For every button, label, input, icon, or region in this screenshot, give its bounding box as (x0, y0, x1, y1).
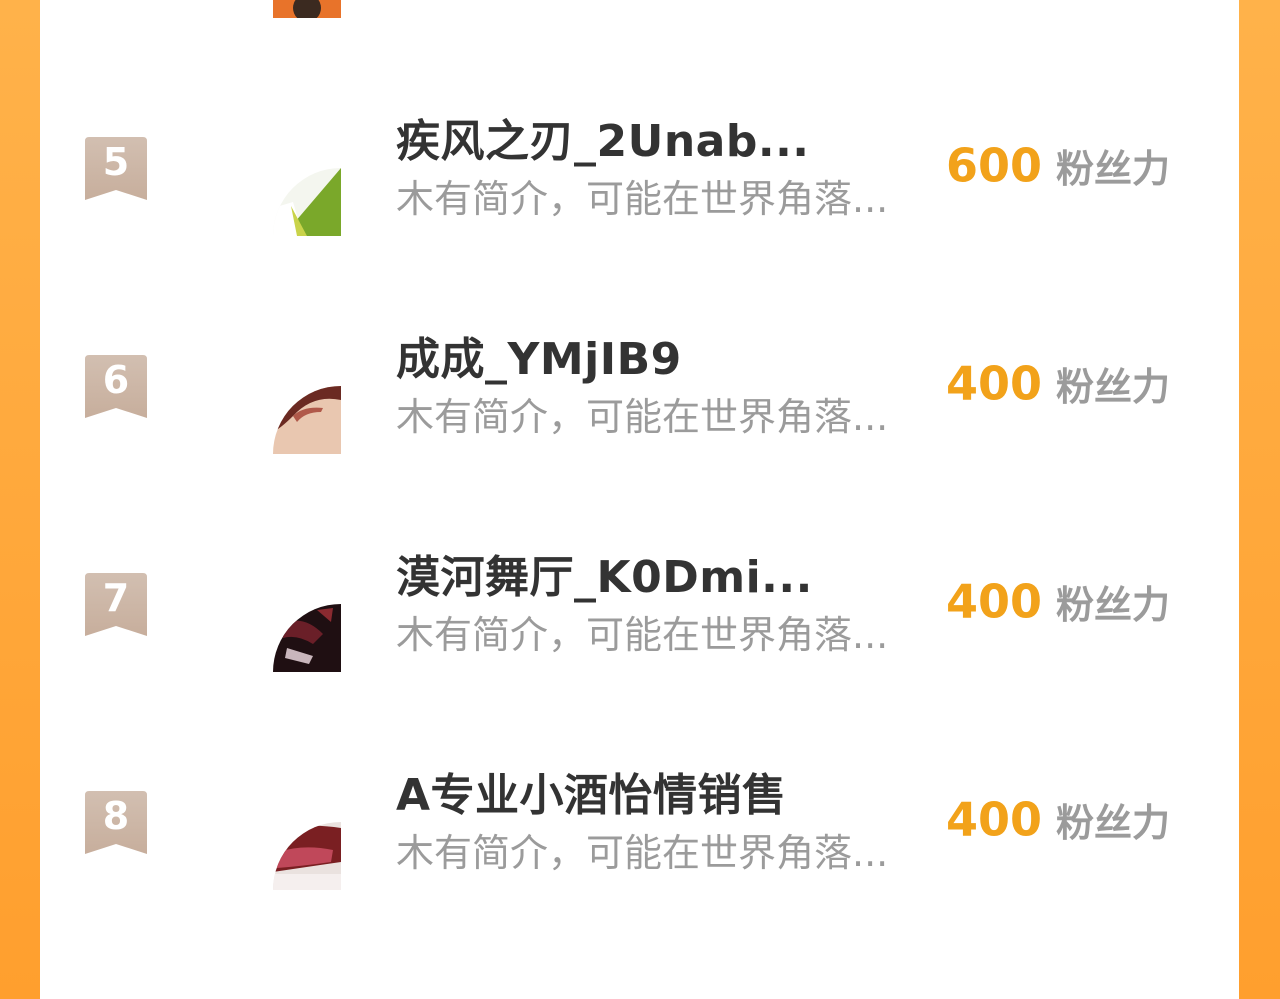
user-name[interactable]: A专业小酒怡情销售 (396, 770, 787, 822)
score-value: 400 (946, 356, 1043, 411)
user-name[interactable]: 成成_YMjIB9 (396, 334, 682, 386)
rank-badge: 7 (85, 573, 147, 636)
score-unit: 粉丝力 (1056, 801, 1171, 845)
user-avatar[interactable] (273, 604, 341, 672)
fan-power-score: 400 粉丝力 (946, 356, 1170, 411)
user-bio: 木有简介，可能在世界角落... (396, 395, 889, 439)
user-name[interactable]: 疾风之刃_2Unab... (396, 116, 810, 168)
user-bio: 木有简介，可能在世界角落... (396, 613, 889, 657)
skin-tone-icon (273, 386, 341, 454)
green-leaf-icon (273, 168, 341, 236)
previous-row-avatar[interactable] (273, 0, 341, 18)
list-item[interactable]: 6 成成_YMjIB9 木有简介，可能在世界角落... 400 粉丝力 (40, 326, 1239, 544)
fan-power-score: 600 粉丝力 (946, 138, 1170, 193)
user-bio: 木有简介，可能在世界角落... (396, 177, 889, 221)
score-unit: 粉丝力 (1056, 147, 1171, 191)
fan-power-score: 400 粉丝力 (946, 792, 1170, 847)
score-value: 400 (946, 574, 1043, 629)
rank-number: 5 (102, 140, 130, 184)
rank-number: 8 (102, 794, 130, 838)
red-object-icon (273, 822, 341, 890)
score-unit: 粉丝力 (1056, 365, 1171, 409)
ranking-list-panel: 5 疾风之刃_2Unab... 木有简介，可能在世界角落... 600 粉丝力 (40, 0, 1239, 999)
score-unit: 粉丝力 (1056, 583, 1171, 627)
rank-number: 7 (102, 576, 130, 620)
rank-badge: 6 (85, 355, 147, 418)
score-value: 400 (946, 792, 1043, 847)
dark-portrait-icon (273, 604, 341, 672)
score-value: 600 (946, 138, 1043, 193)
list-item[interactable]: 5 疾风之刃_2Unab... 木有简介，可能在世界角落... 600 粉丝力 (40, 108, 1239, 326)
user-avatar[interactable] (273, 386, 341, 454)
user-name[interactable]: 漠河舞厅_K0Dmi... (396, 552, 813, 604)
list-item[interactable]: 7 漠河舞厅_K0Dmi... 木有简介，可能在世界角落... 400 粉丝力 (40, 544, 1239, 762)
rank-badge: 8 (85, 791, 147, 854)
user-avatar[interactable] (273, 822, 341, 890)
rank-number: 6 (102, 358, 130, 402)
user-avatar[interactable] (273, 168, 341, 236)
list-item[interactable]: 8 A专业小酒怡情销售 木有简介，可能在世界角落... 400 粉丝力 (40, 762, 1239, 980)
user-bio: 木有简介，可能在世界角落... (396, 831, 889, 875)
fan-power-score: 400 粉丝力 (946, 574, 1170, 629)
rank-badge: 5 (85, 137, 147, 200)
